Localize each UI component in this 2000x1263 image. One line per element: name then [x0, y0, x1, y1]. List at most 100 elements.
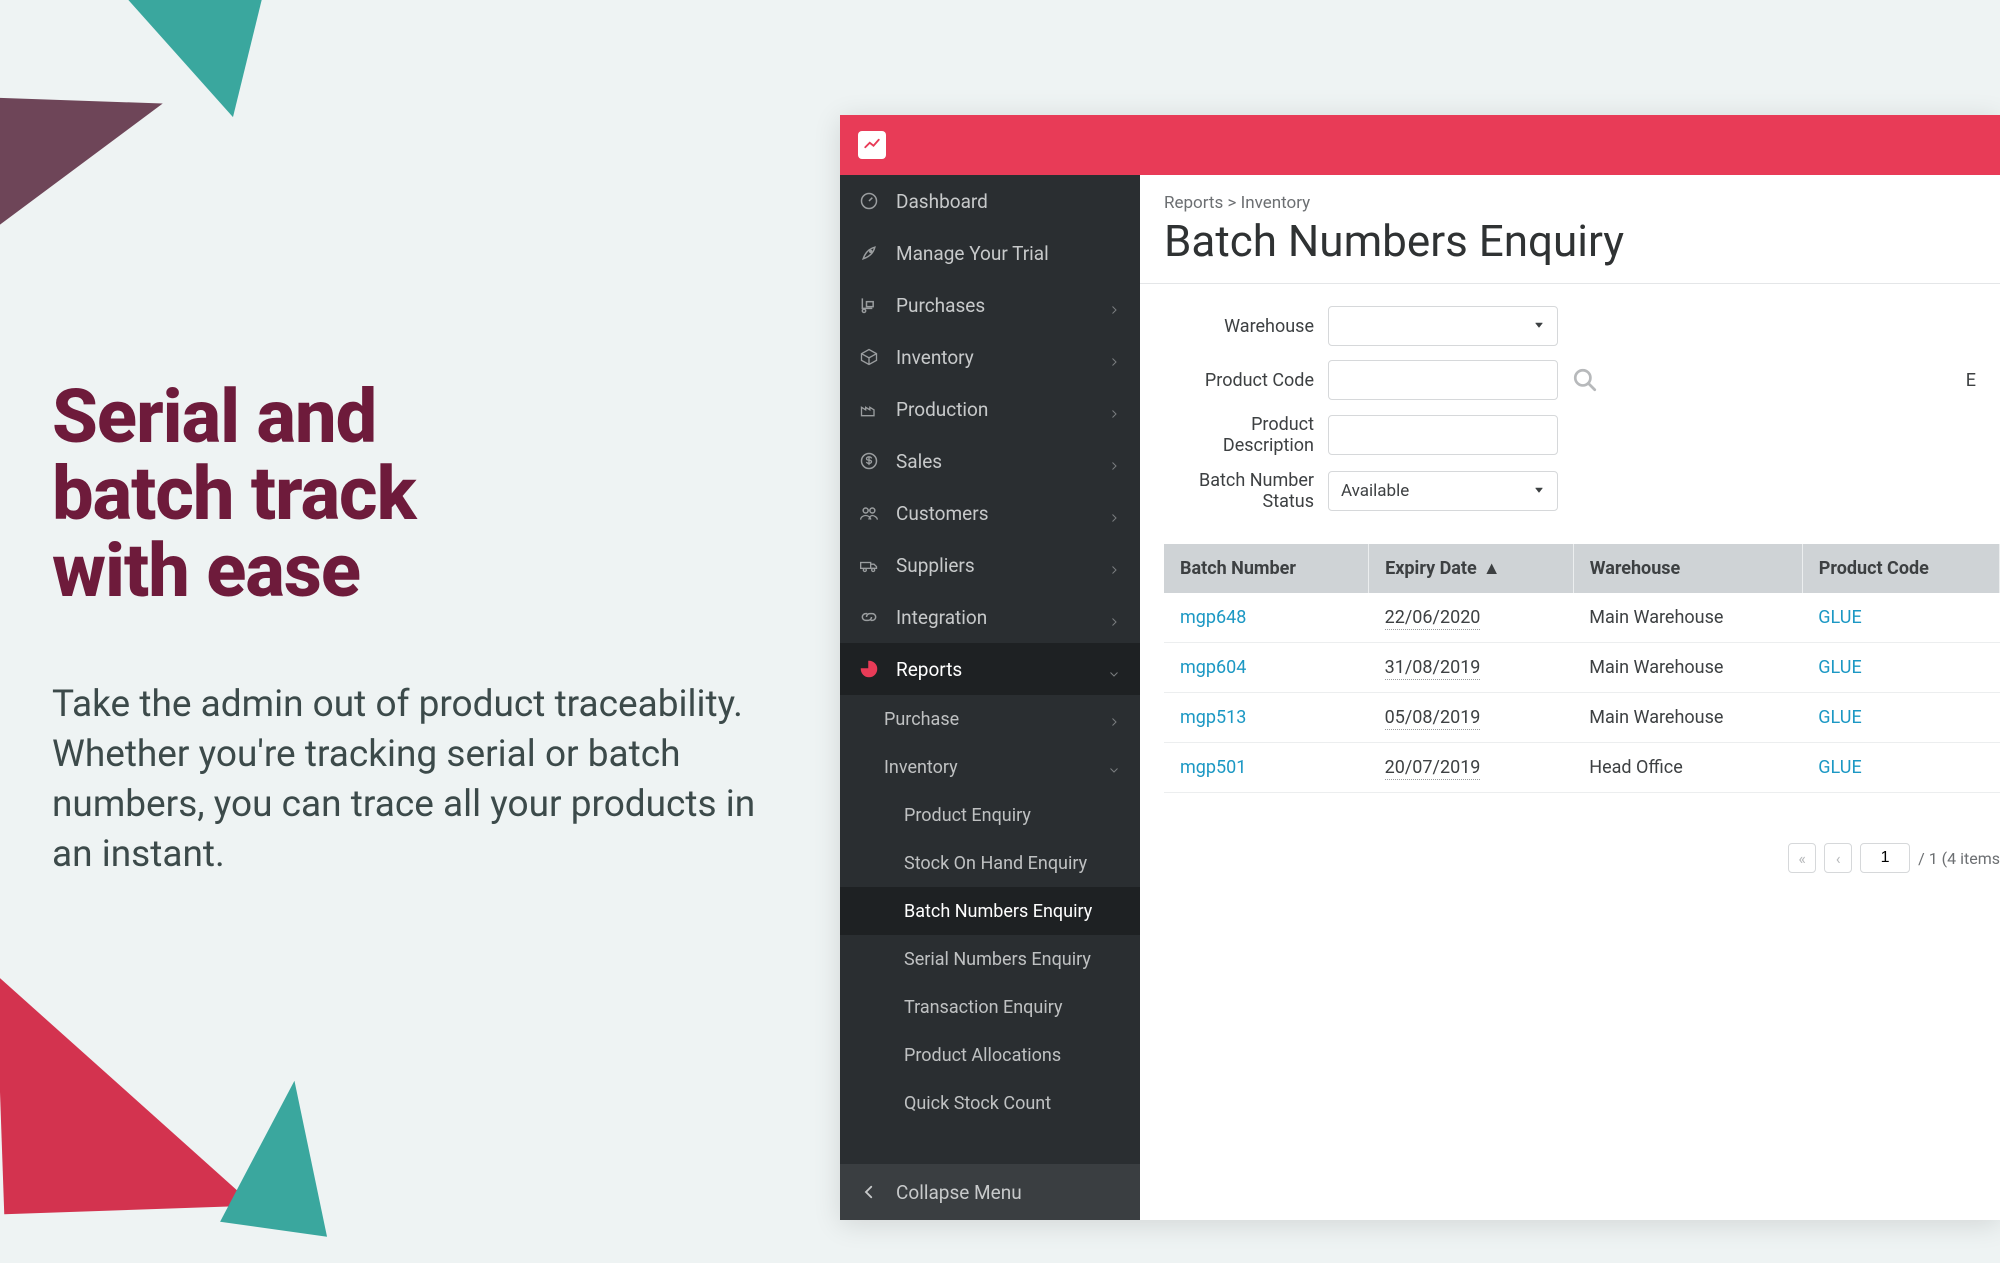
people-icon: [858, 502, 880, 524]
product-code-link[interactable]: GLUE: [1818, 757, 1861, 778]
expiry-date[interactable]: 22/06/2020: [1385, 607, 1481, 630]
product-desc-label: Product Description: [1164, 414, 1314, 456]
sidebar-leaf-product-allocations[interactable]: Product Allocations: [840, 1031, 1140, 1079]
batch-number-link[interactable]: mgp648: [1180, 607, 1246, 628]
app-logo-icon: [858, 131, 886, 159]
expiry-date[interactable]: 31/08/2019: [1385, 657, 1481, 680]
column-header-expiry-date[interactable]: Expiry Date▲: [1369, 544, 1574, 593]
decorative-triangle: [0, 966, 254, 1215]
factory-icon: [858, 398, 880, 420]
hand-truck-icon: [858, 294, 880, 316]
marketing-body: Take the admin out of product traceabili…: [52, 680, 772, 880]
sidebar-item-label: Purchases: [896, 294, 1092, 317]
pager-prev-button[interactable]: ‹: [1824, 843, 1852, 873]
table-row: mgp501 20/07/2019 Head Office GLUE: [1164, 743, 2000, 793]
pager-first-button[interactable]: «: [1788, 843, 1816, 873]
sidebar-item-production[interactable]: Production: [840, 383, 1140, 435]
product-code-label: Product Code: [1164, 370, 1314, 391]
table-row: mgp648 22/06/2020 Main Warehouse GLUE: [1164, 593, 2000, 643]
batch-number-link[interactable]: mgp513: [1180, 707, 1246, 728]
batch-status-select[interactable]: Available: [1328, 471, 1558, 511]
gauge-icon: [858, 190, 880, 212]
rocket-icon: [858, 242, 880, 264]
breadcrumb[interactable]: Reports > Inventory: [1140, 193, 2000, 213]
warehouse-cell: Main Warehouse: [1573, 643, 1802, 693]
filter-panel: Warehouse Product Code E Product Descrip: [1140, 284, 2000, 544]
collapse-menu-label: Collapse Menu: [896, 1181, 1022, 1204]
sidebar: Dashboard Manage Your Trial Purchases Inven…: [840, 175, 1140, 1220]
sidebar-item-purchases[interactable]: Purchases: [840, 279, 1140, 331]
chevron-right-icon: [1108, 454, 1122, 468]
sidebar-leaf-quick-stock-count[interactable]: Quick Stock Count: [840, 1079, 1140, 1127]
sidebar-leaf-product-enquiry[interactable]: Product Enquiry: [840, 791, 1140, 839]
product-code-link[interactable]: GLUE: [1818, 657, 1861, 678]
column-header-batch-number[interactable]: Batch Number: [1164, 544, 1369, 593]
sidebar-leaf-serial-numbers-enquiry[interactable]: Serial Numbers Enquiry: [840, 935, 1140, 983]
pager-total-text: / 1 (4 items: [1918, 849, 2000, 868]
sidebar-item-customers[interactable]: Customers: [840, 487, 1140, 539]
column-header-warehouse[interactable]: Warehouse: [1573, 544, 1802, 593]
product-desc-input[interactable]: [1328, 415, 1558, 455]
box-icon: [858, 346, 880, 368]
sidebar-leaf-stock-on-hand-enquiry[interactable]: Stock On Hand Enquiry: [840, 839, 1140, 887]
warehouse-cell: Main Warehouse: [1573, 693, 1802, 743]
sidebar-item-label: Integration: [896, 606, 1092, 629]
chevron-down-icon: [1108, 662, 1122, 676]
expiry-date[interactable]: 20/07/2019: [1385, 757, 1481, 780]
sidebar-item-inventory[interactable]: Inventory: [840, 331, 1140, 383]
chevron-right-icon: [1108, 506, 1122, 520]
sidebar-subitem-inventory[interactable]: Inventory: [840, 743, 1140, 791]
page-title: Batch Numbers Enquiry: [1140, 213, 2000, 284]
caret-down-icon: [1533, 481, 1545, 501]
sidebar-item-label: Dashboard: [896, 190, 1122, 213]
product-code-link[interactable]: GLUE: [1818, 607, 1861, 628]
chevron-right-icon: [1108, 610, 1122, 624]
search-icon[interactable]: [1572, 367, 1598, 393]
table-row: mgp604 31/08/2019 Main Warehouse GLUE: [1164, 643, 2000, 693]
link-icon: [858, 606, 880, 628]
sidebar-item-label: Reports: [896, 658, 1092, 681]
sidebar-item-dashboard[interactable]: Dashboard: [840, 175, 1140, 227]
sidebar-subitem-purchase[interactable]: Purchase: [840, 695, 1140, 743]
marketing-headline: Serial and batch track with ease: [52, 380, 416, 611]
chevron-left-icon: [858, 1181, 880, 1203]
product-code-link[interactable]: GLUE: [1818, 707, 1861, 728]
warehouse-label: Warehouse: [1164, 316, 1314, 337]
batch-number-link[interactable]: mgp604: [1180, 657, 1246, 678]
batch-number-link[interactable]: mgp501: [1180, 757, 1246, 778]
expiry-date[interactable]: 05/08/2019: [1385, 707, 1481, 730]
sidebar-leaf-batch-numbers-enquiry[interactable]: Batch Numbers Enquiry: [840, 887, 1140, 935]
app-header: [840, 115, 2000, 175]
warehouse-cell: Main Warehouse: [1573, 593, 1802, 643]
sidebar-item-manage-your-trial[interactable]: Manage Your Trial: [840, 227, 1140, 279]
warehouse-select[interactable]: [1328, 306, 1558, 346]
collapse-menu-button[interactable]: Collapse Menu: [840, 1164, 1140, 1220]
truck-icon: [858, 554, 880, 576]
sidebar-item-label: Sales: [896, 450, 1092, 473]
chevron-right-icon: [1108, 350, 1122, 364]
sidebar-item-label: Manage Your Trial: [896, 242, 1122, 265]
pie-icon: [858, 658, 880, 680]
sidebar-item-label: Purchase: [884, 709, 1092, 730]
sidebar-item-label: Suppliers: [896, 554, 1092, 577]
column-header-product-code[interactable]: Product Code: [1802, 544, 1999, 593]
dollar-icon: [858, 450, 880, 472]
decorative-triangle: [0, 97, 163, 264]
warehouse-cell: Head Office: [1573, 743, 1802, 793]
results-table: Batch NumberExpiry Date▲WarehouseProduct…: [1164, 544, 2000, 793]
sidebar-item-label: Inventory: [896, 346, 1092, 369]
sidebar-item-reports[interactable]: Reports: [840, 643, 1140, 695]
chevron-down-icon: [1108, 760, 1122, 774]
sort-asc-icon: ▲: [1483, 558, 1501, 579]
pager-page-input[interactable]: [1860, 843, 1910, 873]
product-code-input[interactable]: [1328, 360, 1558, 400]
sidebar-item-sales[interactable]: Sales: [840, 435, 1140, 487]
marketing-panel: Serial and batch track with ease Take th…: [0, 0, 840, 1263]
main-content: Reports > Inventory Batch Numbers Enquir…: [1140, 175, 2000, 1220]
chevron-right-icon: [1108, 402, 1122, 416]
sidebar-item-suppliers[interactable]: Suppliers: [840, 539, 1140, 591]
sidebar-item-label: Inventory: [884, 757, 1092, 778]
chevron-right-icon: [1108, 298, 1122, 312]
sidebar-item-integration[interactable]: Integration: [840, 591, 1140, 643]
sidebar-leaf-transaction-enquiry[interactable]: Transaction Enquiry: [840, 983, 1140, 1031]
